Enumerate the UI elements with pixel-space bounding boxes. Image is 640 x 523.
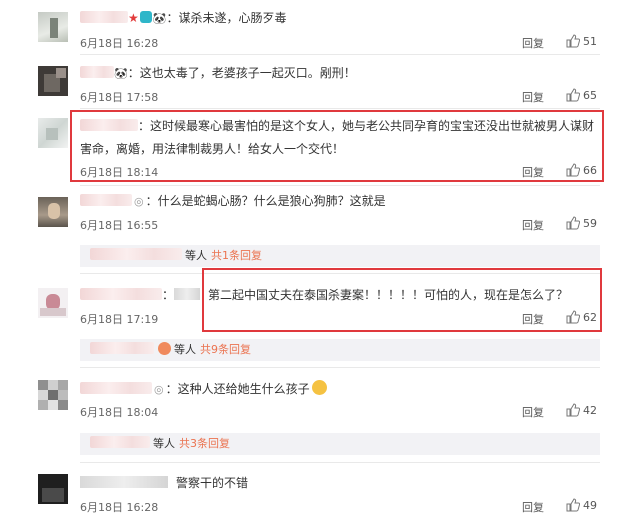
medal-icon [139,11,152,23]
username-blurred[interactable] [90,342,154,354]
thumbs-up-icon [566,34,581,48]
divider [80,54,600,55]
subreply-link[interactable]: 共1条回复 [211,249,262,262]
comment-text: ◎ ：什么是蛇蝎心肠？什么是狼心狗肺？这就是 [80,192,386,211]
medal-icon: ◎ [154,383,164,396]
username-blurred[interactable] [90,248,182,260]
subreply-link[interactable]: 共3条回复 [179,437,230,450]
face-emoji-icon [158,342,171,355]
subreply-users: 等人 [153,437,175,450]
like-button[interactable]: 65 [566,88,597,102]
avatar[interactable] [38,66,68,96]
like-count: 49 [583,499,597,512]
subreply-users: 等人 [185,249,207,262]
thinking-emoji-icon [311,380,327,395]
avatar[interactable] [38,288,68,318]
reply-button[interactable]: 回复 [522,89,544,105]
crown-badge-icon: ★ [128,11,139,25]
timestamp: 6月18日 16:28 [80,501,159,514]
username-blurred[interactable] [80,382,152,394]
avatar[interactable] [38,197,68,227]
comment-text: 🐼：这也太毒了，老婆孩子一起灭口。剐刑！ [80,64,356,83]
subreply-users: 等人 [174,343,196,356]
avatar[interactable] [38,12,68,42]
timestamp: 6月18日 18:04 [80,406,159,419]
comment-author-row: ： [80,286,201,304]
subreply-bar[interactable]: 等人 共3条回复 [80,433,600,455]
like-button[interactable]: 42 [566,403,597,417]
subreply-bar[interactable]: 等人 共9条回复 [80,339,600,361]
divider [80,108,600,109]
comment-text: 警察干的不错 [80,474,248,492]
username-blurred[interactable] [90,436,150,448]
avatar[interactable] [38,118,68,148]
like-count: 59 [583,217,597,230]
comment-text: ★ 🐼：谋杀未遂，心肠歹毒 [80,9,286,28]
username-blurred[interactable] [80,288,162,300]
like-button[interactable]: 59 [566,216,597,230]
timestamp: 6月18日 17:19 [80,313,159,326]
reply-button[interactable]: 回复 [522,35,544,51]
username-blurred[interactable] [80,11,128,23]
reply-button[interactable]: 回复 [522,404,544,420]
divider [80,462,600,463]
thumbs-up-icon [566,403,581,417]
timestamp: 6月18日 16:55 [80,219,159,232]
highlight-box [202,268,602,332]
subreply-link[interactable]: 共9条回复 [200,343,251,356]
username-blurred[interactable] [80,66,114,78]
subreply-bar[interactable]: 等人 共1条回复 [80,245,600,267]
avatar[interactable] [38,474,68,504]
like-button[interactable]: 49 [566,498,597,512]
timestamp: 6月18日 17:58 [80,91,159,104]
divider [80,367,600,368]
thumbs-up-icon [566,498,581,512]
like-count: 65 [583,89,597,102]
username-blurred[interactable] [80,476,168,488]
reply-button[interactable]: 回复 [522,217,544,233]
avatar[interactable] [38,380,68,410]
username-blurred [174,288,201,300]
thumbs-up-icon [566,88,581,102]
like-button[interactable]: 51 [566,34,597,48]
thumbs-up-icon [566,216,581,230]
timestamp: 6月18日 16:28 [80,37,159,50]
medal-icon: ◎ [134,195,144,208]
like-count: 51 [583,35,597,48]
divider [80,185,600,186]
like-count: 42 [583,404,597,417]
panda-emoji-icon: 🐼 [152,12,167,25]
comment-text: ◎ ：这种人还给她生什么孩子 [80,380,327,399]
panda-emoji-icon: 🐼 [114,67,128,80]
username-blurred[interactable] [80,194,132,206]
reply-button[interactable]: 回复 [522,499,544,515]
highlight-box [70,110,604,182]
